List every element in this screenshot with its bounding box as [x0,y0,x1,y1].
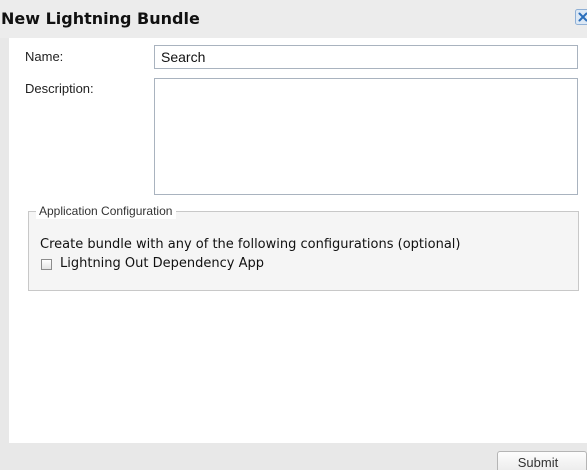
description-label: Description: [25,81,94,96]
configuration-description: Create bundle with any of the following … [40,237,461,252]
dialog-titlebar: New Lightning Bundle [0,0,587,38]
dialog-footer: Submit [0,443,587,470]
dialog-title: New Lightning Bundle [1,9,200,28]
new-lightning-bundle-dialog: New Lightning Bundle Name: Description: … [0,0,587,470]
name-field[interactable] [154,45,578,69]
application-configuration-legend: Application Configuration [36,204,177,219]
name-label: Name: [25,49,64,64]
lightning-out-dependency-label[interactable]: Lightning Out Dependency App [60,256,264,271]
application-configuration-group: Application Configuration Create bundle … [28,204,579,291]
description-field[interactable] [154,78,578,195]
close-icon[interactable] [575,9,587,25]
dialog-body: Name: Description: Application Configura… [9,38,587,443]
submit-button[interactable]: Submit [497,451,587,470]
lightning-out-dependency-checkbox[interactable] [41,259,52,270]
